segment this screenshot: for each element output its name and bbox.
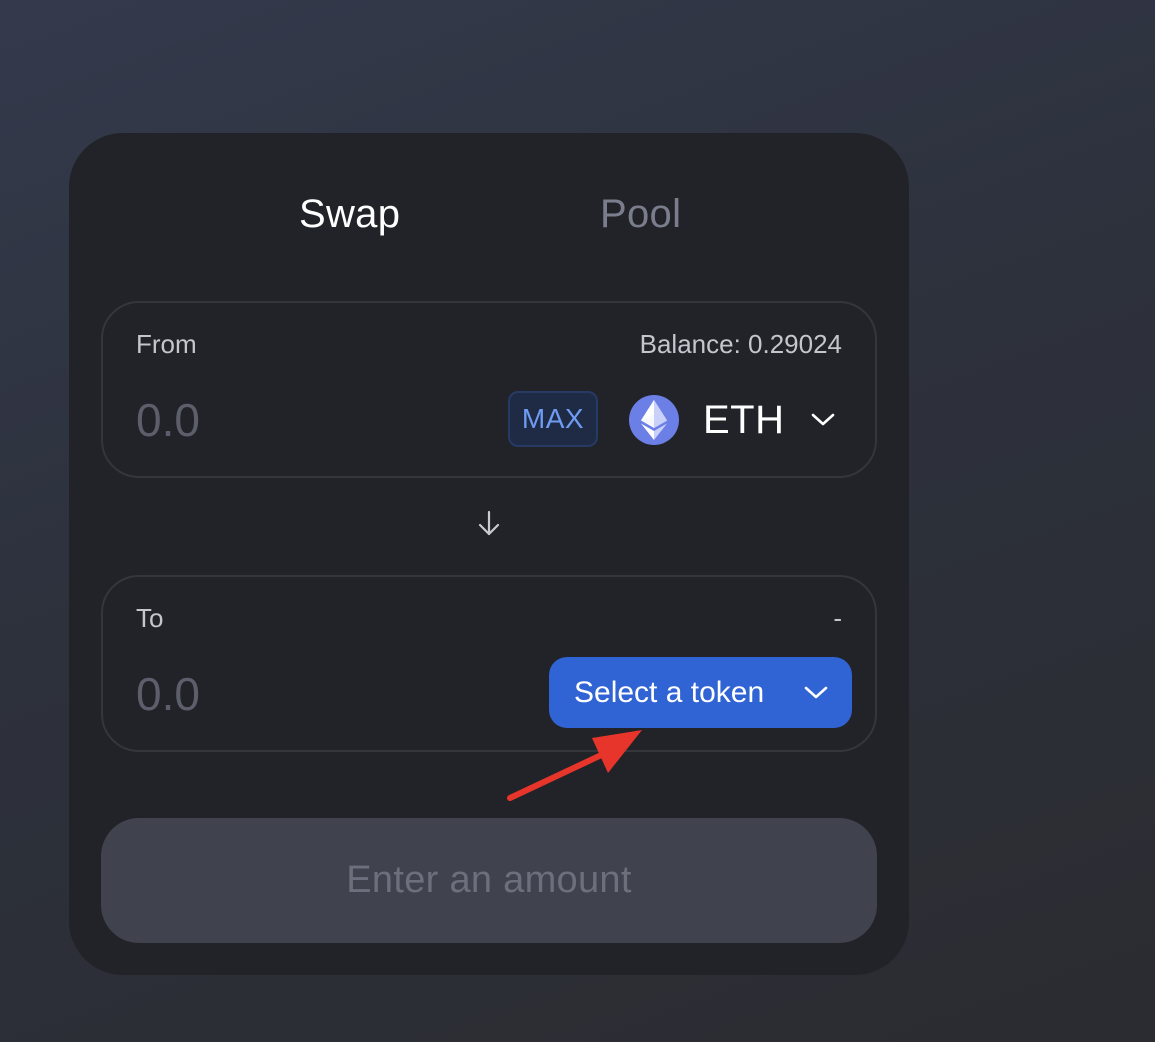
to-panel: To - Select a token [101, 575, 877, 752]
select-token-label: Select a token [574, 675, 765, 709]
tab-pool[interactable]: Pool [600, 190, 681, 238]
to-balance-text: - [833, 603, 842, 633]
to-label: To [136, 603, 164, 633]
select-token-button[interactable]: Select a token [549, 657, 852, 728]
from-label: From [136, 329, 197, 359]
tab-swap[interactable]: Swap [299, 190, 400, 238]
max-button[interactable]: MAX [508, 391, 598, 447]
from-amount-input[interactable] [136, 391, 466, 449]
from-token-selector[interactable]: ETH [629, 395, 835, 445]
balance-text: Balance: 0.29024 [639, 329, 842, 359]
from-panel: From Balance: 0.29024 MAX ETH [101, 301, 877, 478]
enter-amount-button[interactable]: Enter an amount [101, 818, 877, 943]
red-pointer-arrow-icon [507, 730, 642, 801]
to-amount-input[interactable] [136, 665, 466, 723]
ethereum-icon [629, 395, 679, 445]
chevron-down-icon [811, 413, 835, 427]
arrow-down-icon[interactable] [477, 510, 501, 538]
from-token-symbol: ETH [703, 397, 785, 442]
chevron-down-icon [804, 686, 828, 700]
